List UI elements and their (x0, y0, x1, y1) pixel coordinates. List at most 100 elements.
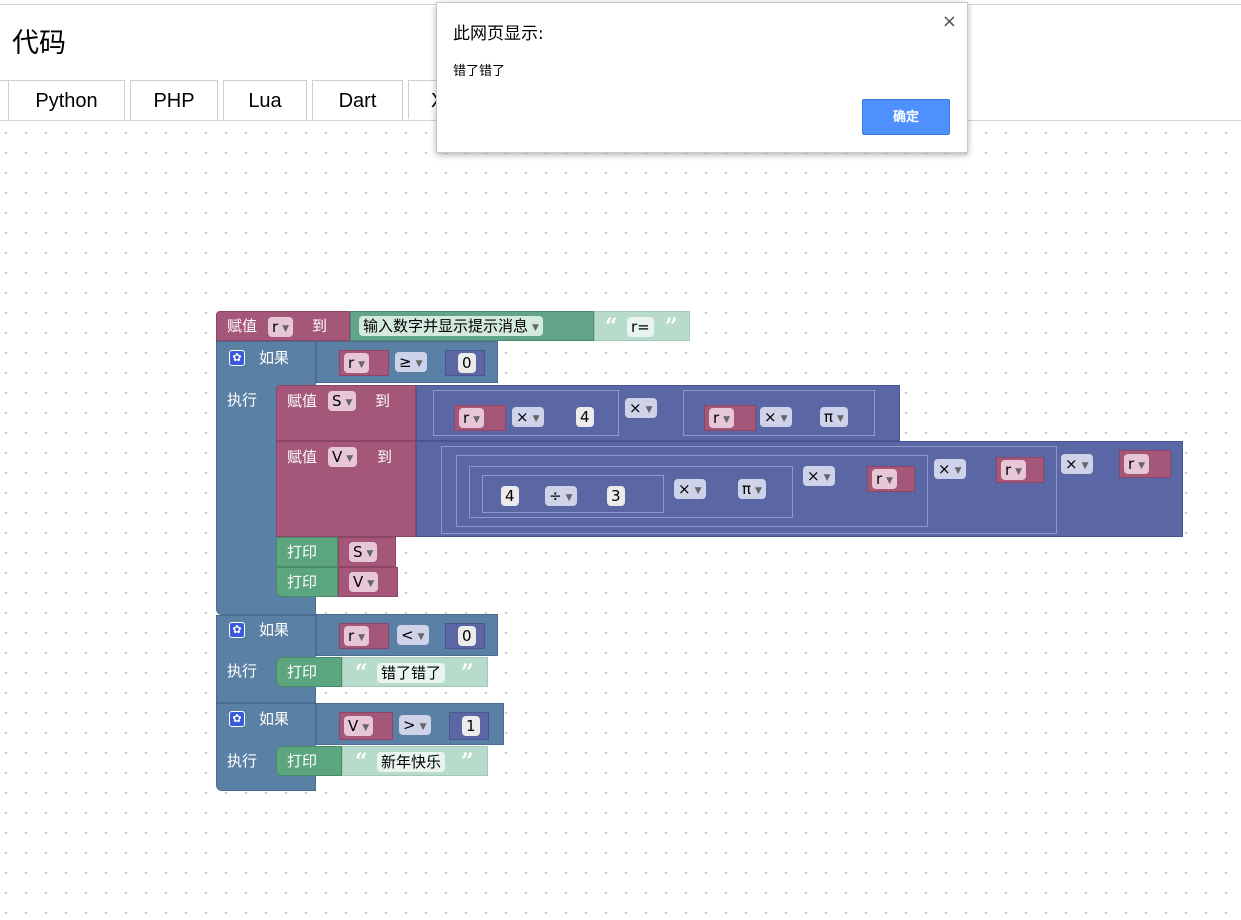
block-var-r[interactable]: r ▼ (454, 405, 506, 431)
operator-div-dropdown[interactable]: ÷ ▼ (545, 486, 577, 506)
tab-php[interactable]: PHP (130, 80, 218, 120)
var-v-dropdown[interactable]: V ▼ (328, 447, 358, 467)
operator-lt-dropdown[interactable]: < ▼ (397, 625, 429, 645)
block-var-s[interactable]: S ▼ (338, 537, 396, 567)
print-label: 打印 (287, 543, 318, 561)
operator-gt-dropdown[interactable]: > ▼ (399, 715, 431, 735)
block-prompt-number[interactable]: 输入数字并显示提示消息 ▼ (350, 311, 594, 341)
do-label: 执行 (227, 752, 258, 770)
dialog-title: 此网页显示: (453, 24, 544, 44)
print-label: 打印 (287, 663, 318, 681)
var-r-dropdown[interactable]: r ▼ (459, 408, 485, 428)
var-r-dropdown[interactable]: r ▼ (1124, 454, 1150, 474)
operator-times-dropdown[interactable]: × ▼ (512, 407, 544, 427)
constant-pi-dropdown[interactable]: π ▼ (738, 479, 766, 499)
constant-pi-dropdown[interactable]: π ▼ (820, 407, 848, 427)
assign-label: 赋值 (287, 392, 318, 410)
block-number-1[interactable]: 1 (449, 712, 489, 740)
block-compare-ge[interactable]: r ▼ ≥ ▼ 0 (316, 341, 498, 383)
block-math-r-times-pi[interactable]: r ▼ × ▼ π ▼ (683, 390, 875, 436)
block-print-error[interactable]: 打印 (276, 657, 342, 687)
block-var-r[interactable]: r ▼ (339, 623, 389, 649)
block-math-level-1[interactable]: 4 ÷ ▼ 3 × ▼ π ▼ (469, 466, 793, 518)
block-compare-lt[interactable]: r ▼ < ▼ 0 (316, 614, 498, 656)
tab-python[interactable]: Python (8, 80, 125, 120)
block-var-r[interactable]: r ▼ (339, 350, 389, 376)
var-r-dropdown[interactable]: r ▼ (344, 353, 370, 373)
number-field[interactable]: 3 (607, 486, 625, 506)
tab-dart[interactable]: Dart (312, 80, 403, 120)
block-var-v[interactable]: V ▼ (338, 567, 398, 597)
open-quote-icon: “ (605, 314, 618, 340)
block-print-v[interactable]: 打印 (276, 567, 338, 597)
do-label: 执行 (227, 662, 258, 680)
block-assign-s[interactable]: 赋值 S ▼ 到 (276, 385, 416, 441)
var-r-dropdown[interactable]: r ▼ (344, 626, 370, 646)
close-quote-icon: ” (461, 660, 474, 686)
number-field[interactable]: 1 (462, 716, 480, 736)
var-v-dropdown[interactable]: V ▼ (349, 572, 379, 592)
block-number-0[interactable]: 0 (445, 350, 485, 376)
block-var-r[interactable]: r ▼ (1119, 450, 1171, 478)
number-field[interactable]: 4 (501, 486, 519, 506)
print-label: 打印 (287, 573, 318, 591)
block-print-newyear[interactable]: 打印 (276, 746, 342, 776)
if-label: 如果 (259, 621, 290, 639)
block-math-level-2[interactable]: 4 ÷ ▼ 3 × ▼ π ▼ × ▼ r ▼ (456, 455, 928, 527)
print-label: 打印 (287, 752, 318, 770)
prompt-type-dropdown[interactable]: 输入数字并显示提示消息 ▼ (359, 316, 543, 336)
block-math-4-div-3[interactable]: 4 ÷ ▼ 3 (482, 475, 664, 513)
var-r-dropdown[interactable]: r ▼ (268, 317, 294, 337)
gear-icon[interactable]: ✿ (229, 350, 245, 366)
number-field[interactable]: 0 (458, 626, 476, 646)
block-math-v-expression[interactable]: 4 ÷ ▼ 3 × ▼ π ▼ × ▼ r ▼ × ▼ r ▼ × ▼ r ▼ (416, 441, 1183, 537)
var-v-dropdown[interactable]: V ▼ (344, 716, 374, 736)
block-math-level-3[interactable]: 4 ÷ ▼ 3 × ▼ π ▼ × ▼ r ▼ × ▼ r ▼ (441, 446, 1057, 534)
prompt-text-field[interactable]: r= (627, 317, 654, 337)
var-r-dropdown[interactable]: r ▼ (1001, 460, 1027, 480)
alert-dialog: 此网页显示: × 错了错了 确定 (436, 2, 968, 153)
ok-button[interactable]: 确定 (862, 99, 950, 135)
number-field[interactable]: 0 (458, 353, 476, 373)
block-text-error[interactable]: “ 错了错了 ” (342, 657, 488, 687)
to-label: 到 (375, 392, 391, 410)
text-field[interactable]: 错了错了 (377, 663, 446, 683)
var-s-dropdown[interactable]: S ▼ (349, 542, 378, 562)
block-var-r[interactable]: r ▼ (704, 405, 756, 431)
dialog-message: 错了错了 (453, 64, 506, 79)
block-var-v[interactable]: V ▼ (339, 712, 393, 740)
block-var-r[interactable]: r ▼ (867, 466, 915, 492)
block-text-newyear[interactable]: “ 新年快乐 ” (342, 746, 488, 776)
gear-icon[interactable]: ✿ (229, 622, 245, 638)
close-quote-icon: ” (665, 314, 678, 340)
var-s-dropdown[interactable]: S ▼ (328, 391, 357, 411)
block-number-0[interactable]: 0 (445, 623, 485, 649)
block-assign-v[interactable]: 赋值 V ▼ 到 (276, 441, 416, 537)
operator-times-dropdown[interactable]: × ▼ (1061, 454, 1093, 474)
if-label: 如果 (259, 710, 290, 728)
operator-times-dropdown[interactable]: × ▼ (760, 407, 792, 427)
number-field[interactable]: 4 (576, 407, 594, 427)
block-assign-r[interactable]: 赋值 r ▼ 到 (216, 311, 350, 341)
block-compare-gt[interactable]: V ▼ > ▼ 1 (316, 703, 504, 745)
operator-times-dropdown[interactable]: × ▼ (625, 398, 657, 418)
block-print-s[interactable]: 打印 (276, 537, 338, 567)
operator-times-dropdown[interactable]: × ▼ (934, 459, 966, 479)
page-title: 代码 (12, 28, 66, 59)
var-r-dropdown[interactable]: r ▼ (709, 408, 735, 428)
to-label: 到 (312, 317, 328, 335)
text-field[interactable]: 新年快乐 (377, 752, 446, 772)
to-label: 到 (377, 448, 393, 466)
block-math-s-expression[interactable]: r ▼ × ▼ 4 × ▼ r ▼ × ▼ π ▼ (416, 385, 900, 441)
tab-lua[interactable]: Lua (223, 80, 307, 120)
close-icon[interactable]: × (942, 11, 957, 32)
block-var-r[interactable]: r ▼ (996, 457, 1044, 483)
block-math-r-times-4[interactable]: r ▼ × ▼ 4 (433, 390, 619, 436)
do-label: 执行 (227, 391, 258, 409)
operator-times-dropdown[interactable]: × ▼ (803, 466, 835, 486)
gear-icon[interactable]: ✿ (229, 711, 245, 727)
var-r-dropdown[interactable]: r ▼ (872, 469, 898, 489)
operator-times-dropdown[interactable]: × ▼ (674, 479, 706, 499)
block-text-prompt[interactable]: “ r= ” (594, 311, 690, 341)
operator-ge-dropdown[interactable]: ≥ ▼ (395, 352, 427, 372)
